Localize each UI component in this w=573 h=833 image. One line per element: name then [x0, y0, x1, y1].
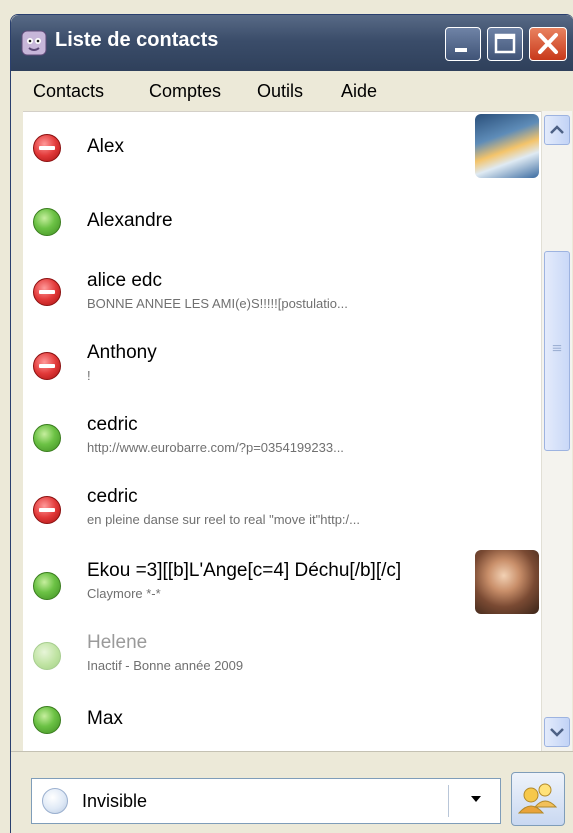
grip-icon: [552, 345, 562, 352]
contact-status-message: http://www.eurobarre.com/?p=0354199233..…: [87, 440, 344, 455]
contact-name: Helene: [87, 632, 148, 653]
scroll-thumb[interactable]: [544, 251, 570, 451]
buddy-avatar-angel: [475, 550, 539, 614]
contact-name: cedric: [87, 486, 138, 507]
online-status-icon: [33, 706, 61, 734]
close-icon: [538, 33, 558, 54]
contact-row[interactable]: alice edc BONNE ANNEE LES AMI(e)S!!!!![p…: [23, 256, 541, 328]
busy-status-icon: [33, 278, 61, 306]
idle-status-icon: [33, 642, 61, 670]
minimize-icon: [455, 48, 467, 52]
status-dropdown-button[interactable]: [462, 789, 490, 813]
busy-status-icon: [33, 496, 61, 524]
minimize-button[interactable]: [445, 27, 481, 61]
status-bar: Invisible: [11, 751, 573, 833]
scroll-down-button[interactable]: [544, 717, 570, 747]
pidgin-app-icon: [21, 30, 47, 56]
contact-name: Max: [87, 708, 123, 729]
busy-status-icon: [33, 134, 61, 162]
contact-name: cedric: [87, 414, 138, 435]
buddy-avatar-shuttle: [475, 114, 539, 178]
menu-aide[interactable]: Aide: [341, 81, 377, 102]
vertical-scrollbar[interactable]: [541, 111, 572, 751]
contact-row[interactable]: cedric http://www.eurobarre.com/?p=03541…: [23, 400, 541, 472]
contact-row[interactable]: cedric en pleine danse sur reel to real …: [23, 472, 541, 544]
contact-row[interactable]: Ekou =3][[b]L'Ange[c=4] Déchu[/b][/c] Cl…: [23, 544, 541, 620]
contact-status-message: BONNE ANNEE LES AMI(e)S!!!!![postulatio.…: [87, 296, 348, 311]
menu-contacts[interactable]: Contacts: [33, 81, 104, 102]
window-title: Liste de contacts: [55, 29, 219, 51]
contact-status-message: Inactif - Bonne année 2009: [87, 658, 244, 673]
contact-status-message: !: [87, 368, 91, 383]
online-status-icon: [33, 208, 61, 236]
contact-row[interactable]: Max: [23, 688, 541, 752]
title-bar[interactable]: Liste de contacts: [11, 15, 573, 71]
contact-name: Anthony: [87, 342, 157, 363]
close-button[interactable]: [529, 27, 567, 61]
invisible-status-icon: [42, 788, 68, 814]
contact-name: alice edc: [87, 270, 162, 291]
buddy-pounce-button[interactable]: [511, 772, 565, 826]
contact-name: Ekou =3][[b]L'Ange[c=4] Déchu[/b][/c]: [87, 560, 402, 581]
menu-bar: Contacts Comptes Outils Aide: [11, 71, 573, 111]
status-selector-label: Invisible: [82, 791, 148, 811]
online-status-icon: [33, 572, 61, 600]
people-icon: [517, 783, 558, 814]
contact-list: Alex Alexandre alice edc BONNE ANNEE LES…: [23, 111, 541, 752]
contact-row[interactable]: Alex: [23, 112, 541, 184]
menu-comptes[interactable]: Comptes: [149, 81, 221, 102]
contact-row[interactable]: Alexandre: [23, 184, 541, 256]
chevron-up-icon: [550, 125, 564, 134]
contact-row[interactable]: Helene Inactif - Bonne année 2009: [23, 620, 541, 688]
contact-name: Alexandre: [87, 210, 173, 231]
online-status-icon: [33, 424, 61, 452]
contact-status-message: Claymore *-*: [87, 586, 161, 601]
contact-row[interactable]: Anthony !: [23, 328, 541, 400]
busy-status-icon: [33, 352, 61, 380]
divider: [448, 785, 449, 817]
menu-outils[interactable]: Outils: [257, 81, 303, 102]
maximize-icon: [494, 33, 516, 54]
contact-status-message: en pleine danse sur reel to real "move i…: [87, 512, 360, 527]
scroll-up-button[interactable]: [544, 115, 570, 145]
maximize-button[interactable]: [487, 27, 523, 61]
contact-list-window: Liste de contacts Contacts Comptes Outil…: [10, 14, 573, 833]
status-selector[interactable]: Invisible: [31, 778, 501, 824]
chevron-down-icon: [550, 728, 564, 737]
dropdown-arrow-icon: [471, 796, 481, 802]
contact-name: Alex: [87, 136, 124, 157]
